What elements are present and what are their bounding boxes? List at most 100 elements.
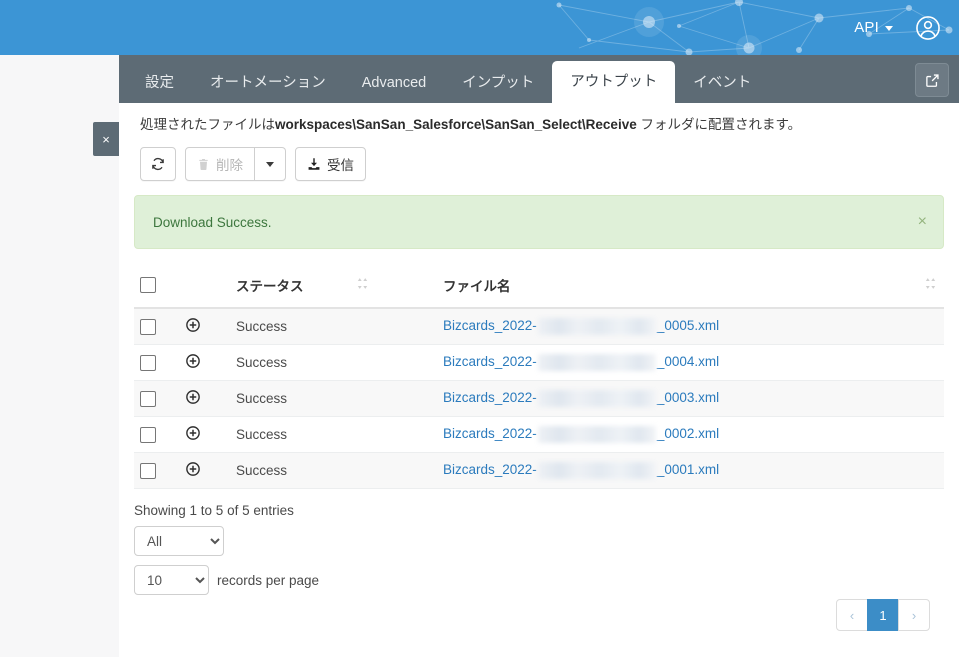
tab-input[interactable]: インプット bbox=[444, 63, 552, 103]
row-expand-cell bbox=[180, 308, 230, 345]
plus-circle-icon[interactable] bbox=[186, 426, 200, 440]
table-row[interactable]: Success Bizcards_2022-_0001.xml bbox=[134, 453, 944, 489]
column-filename[interactable]: ファイル名 bbox=[437, 267, 944, 308]
row-select-cell bbox=[134, 381, 180, 417]
table-row[interactable]: Success Bizcards_2022-_0002.xml bbox=[134, 417, 944, 453]
delete-label: 削除 bbox=[216, 154, 243, 174]
row-select-cell bbox=[134, 417, 180, 453]
api-menu-label: API bbox=[854, 19, 879, 36]
table-header-row: ステータス ファイル名 bbox=[134, 267, 944, 308]
alert-close-icon[interactable]: × bbox=[918, 214, 927, 230]
file-suffix: _0004.xml bbox=[657, 354, 719, 369]
file-suffix: _0003.xml bbox=[657, 390, 719, 405]
tab-automation[interactable]: オートメーション bbox=[192, 63, 344, 103]
records-per-page-select[interactable]: 10 bbox=[134, 565, 209, 595]
sort-icon bbox=[357, 277, 368, 290]
api-menu-button[interactable]: API bbox=[854, 19, 893, 36]
app-root: API × 設定 オートメーション Advanced インプット アウトプット … bbox=[0, 0, 959, 657]
row-filename[interactable]: Bizcards_2022-_0005.xml bbox=[437, 308, 944, 345]
delete-button-group: 削除 bbox=[185, 147, 286, 181]
row-select-cell bbox=[134, 308, 180, 345]
top-header-bar: API bbox=[0, 0, 959, 55]
close-icon: × bbox=[102, 133, 110, 146]
entries-summary: Showing 1 to 5 of 5 entries bbox=[119, 489, 959, 518]
receive-button[interactable]: 受信 bbox=[295, 147, 366, 181]
row-expand-cell bbox=[180, 381, 230, 417]
external-link-icon bbox=[925, 73, 940, 88]
select-all-checkbox[interactable] bbox=[140, 277, 156, 293]
row-checkbox[interactable] bbox=[140, 463, 156, 479]
table-body: Success Bizcards_2022-_0005.xml Success bbox=[134, 308, 944, 489]
tab-settings[interactable]: 設定 bbox=[127, 63, 192, 103]
row-select-cell bbox=[134, 345, 180, 381]
panel-collapse-handle[interactable]: × bbox=[93, 122, 119, 156]
description-suffix: フォルダに配置されます。 bbox=[637, 117, 801, 132]
plus-circle-icon[interactable] bbox=[186, 354, 200, 368]
delete-button[interactable]: 削除 bbox=[185, 147, 255, 181]
sort-icon bbox=[925, 277, 936, 290]
records-per-page-label: records per page bbox=[217, 573, 319, 588]
row-expand-cell bbox=[180, 453, 230, 489]
tab-label: Advanced bbox=[362, 75, 427, 91]
row-status: Success bbox=[230, 417, 437, 453]
pagination-page-1[interactable]: 1 bbox=[867, 599, 899, 631]
file-prefix: Bizcards_2022- bbox=[443, 426, 537, 441]
pagination-prev[interactable]: ‹ bbox=[836, 599, 868, 631]
table-controls: All 10 records per page bbox=[119, 518, 959, 595]
tab-advanced[interactable]: Advanced bbox=[344, 63, 445, 103]
tab-bar: 設定 オートメーション Advanced インプット アウトプット イベント bbox=[119, 55, 959, 103]
row-status: Success bbox=[230, 345, 437, 381]
row-checkbox[interactable] bbox=[140, 391, 156, 407]
redacted-filename-segment bbox=[538, 462, 656, 479]
column-expand bbox=[180, 267, 230, 308]
row-expand-cell bbox=[180, 417, 230, 453]
row-status: Success bbox=[230, 308, 437, 345]
description-path: workspaces\SanSan_Salesforce\SanSan_Sele… bbox=[275, 117, 637, 132]
output-toolbar: 削除 受信 bbox=[119, 135, 959, 181]
user-circle-icon[interactable] bbox=[915, 15, 941, 41]
download-icon bbox=[307, 157, 321, 171]
plus-circle-icon[interactable] bbox=[186, 462, 200, 476]
file-prefix: Bizcards_2022- bbox=[443, 318, 537, 333]
plus-circle-icon[interactable] bbox=[186, 318, 200, 332]
row-select-cell bbox=[134, 453, 180, 489]
popout-button[interactable] bbox=[915, 63, 949, 97]
row-checkbox[interactable] bbox=[140, 355, 156, 371]
chevron-down-icon bbox=[885, 26, 893, 31]
table-row[interactable]: Success Bizcards_2022-_0003.xml bbox=[134, 381, 944, 417]
filter-select[interactable]: All bbox=[134, 526, 224, 556]
delete-dropdown-toggle[interactable] bbox=[255, 147, 286, 181]
output-files-table: ステータス ファイル名 bbox=[134, 267, 944, 489]
receive-label: 受信 bbox=[327, 154, 354, 174]
row-filename[interactable]: Bizcards_2022-_0004.xml bbox=[437, 345, 944, 381]
pagination-next[interactable]: › bbox=[898, 599, 930, 631]
column-status-label: ステータス bbox=[236, 279, 304, 294]
tab-label: 設定 bbox=[145, 75, 174, 91]
description-prefix: 処理されたファイルは bbox=[140, 117, 275, 132]
column-filename-label: ファイル名 bbox=[443, 279, 511, 294]
success-alert: Download Success. × bbox=[134, 195, 944, 249]
refresh-button[interactable] bbox=[140, 147, 176, 181]
tab-event[interactable]: イベント bbox=[675, 63, 769, 103]
row-filename[interactable]: Bizcards_2022-_0001.xml bbox=[437, 453, 944, 489]
redacted-filename-segment bbox=[538, 354, 656, 371]
row-checkbox[interactable] bbox=[140, 319, 156, 335]
row-expand-cell bbox=[180, 345, 230, 381]
main-panel: 設定 オートメーション Advanced インプット アウトプット イベント 処… bbox=[119, 55, 959, 657]
tab-label: アウトプット bbox=[570, 74, 657, 90]
plus-circle-icon[interactable] bbox=[186, 390, 200, 404]
tab-label: オートメーション bbox=[210, 75, 326, 91]
tab-output[interactable]: アウトプット bbox=[552, 61, 675, 103]
table-row[interactable]: Success Bizcards_2022-_0004.xml bbox=[134, 345, 944, 381]
tab-list: 設定 オートメーション Advanced インプット アウトプット イベント bbox=[119, 55, 959, 103]
row-filename[interactable]: Bizcards_2022-_0002.xml bbox=[437, 417, 944, 453]
tab-label: インプット bbox=[462, 75, 534, 91]
column-status[interactable]: ステータス bbox=[230, 267, 437, 308]
file-prefix: Bizcards_2022- bbox=[443, 390, 537, 405]
header-actions: API bbox=[854, 0, 941, 55]
row-checkbox[interactable] bbox=[140, 427, 156, 443]
records-per-page-row: 10 records per page bbox=[134, 565, 944, 595]
output-files-table-wrapper: ステータス ファイル名 bbox=[134, 267, 944, 489]
row-filename[interactable]: Bizcards_2022- _0003.xml bbox=[437, 381, 944, 417]
table-row[interactable]: Success Bizcards_2022-_0005.xml bbox=[134, 308, 944, 345]
